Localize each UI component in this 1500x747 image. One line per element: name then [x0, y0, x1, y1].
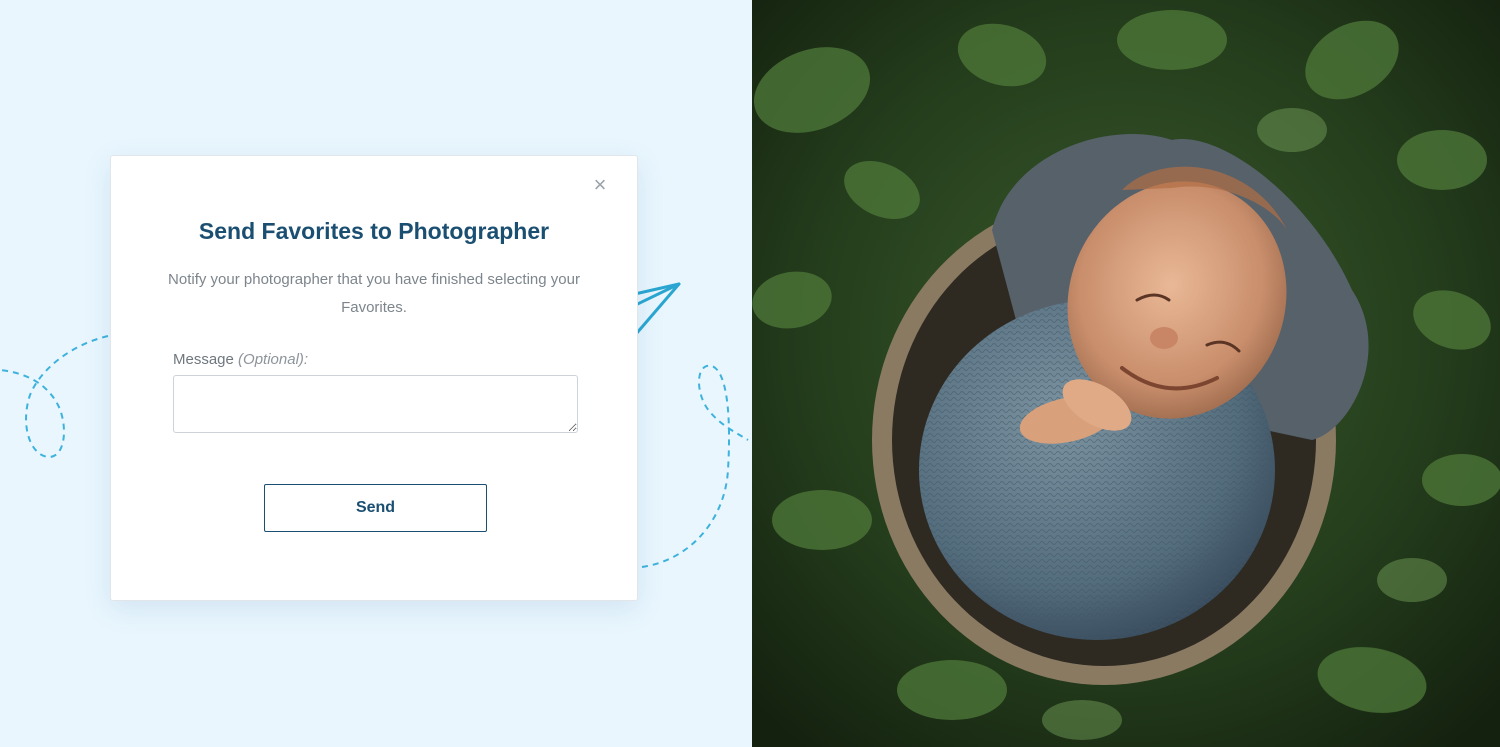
message-label-text: Message: [173, 351, 234, 368]
left-panel: × Send Favorites to Photographer Notify …: [0, 0, 752, 747]
dialog-title: Send Favorites to Photographer: [198, 218, 550, 244]
message-textarea[interactable]: [173, 375, 578, 433]
newborn-baby-photo: [752, 0, 1500, 747]
photo-illustration: [752, 0, 1500, 747]
close-icon[interactable]: ×: [589, 174, 611, 196]
dialog-description: Notify your photographer that you have f…: [168, 271, 580, 316]
message-label-optional: (Optional):: [238, 351, 309, 368]
message-label: Message (Optional):: [173, 351, 308, 368]
send-favorites-dialog: × Send Favorites to Photographer Notify …: [110, 155, 638, 601]
send-button[interactable]: Send: [264, 484, 487, 532]
